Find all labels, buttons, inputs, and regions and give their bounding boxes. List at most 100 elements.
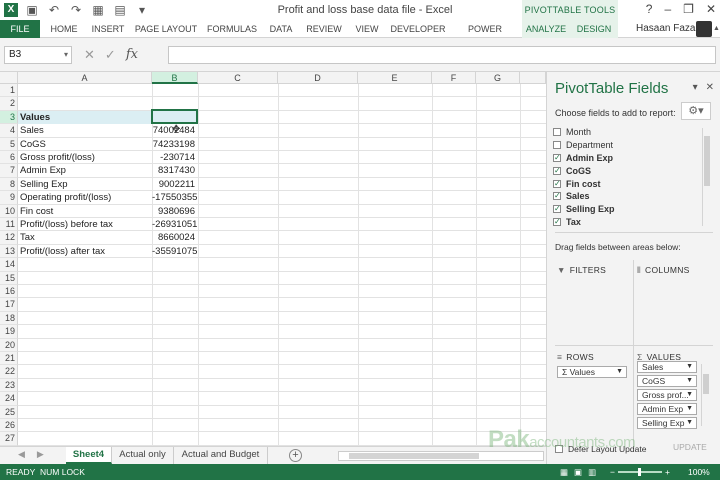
row-label-cell[interactable]: Operating profit/(loss) (20, 191, 152, 204)
column-header-h[interactable] (520, 72, 546, 84)
row-header[interactable]: 27 (0, 432, 18, 446)
row-label-cell[interactable]: Sales (20, 124, 152, 137)
column-header-g[interactable]: G (476, 72, 520, 84)
row-header[interactable]: 19 (0, 325, 18, 339)
pane-options-icon[interactable]: ▾ (693, 82, 698, 93)
sheet-tab-actual-only[interactable]: Actual only (112, 447, 174, 464)
row-header[interactable]: 4 (0, 124, 18, 138)
table-icon[interactable]: ▦ (90, 2, 106, 18)
add-sheet-button[interactable]: + (289, 449, 302, 462)
normal-view-icon[interactable]: ▦ (560, 464, 568, 480)
value-cell[interactable] (152, 352, 198, 365)
close-icon[interactable]: ✕ (706, 2, 716, 16)
tab-analyze[interactable]: ANALYZE (522, 20, 570, 38)
row-header[interactable]: 18 (0, 311, 18, 326)
tools-gear-button[interactable]: ⚙▾ (681, 102, 711, 120)
values-field-pill[interactable]: Gross prof... ▼ (637, 389, 697, 401)
row-label-cell[interactable]: CoGS (20, 138, 152, 151)
values-field-pill[interactable]: Selling Exp ▼ (637, 417, 697, 429)
value-cell[interactable]: -35591075 (152, 245, 198, 258)
worksheet-grid[interactable]: A B C D E F G 1 2 3 Values 4 Sales 74002484 5 Co… (0, 72, 546, 446)
chevron-down-icon[interactable]: ▾ (64, 47, 68, 63)
pane-close-icon[interactable]: ✕ (706, 82, 714, 93)
row-header[interactable]: 9 (0, 191, 18, 205)
value-cell[interactable]: 8317430 (152, 164, 198, 177)
column-header-f[interactable]: F (432, 72, 476, 84)
value-cell[interactable]: 74233198 (152, 138, 198, 151)
tab-review[interactable]: REVIEW (302, 20, 346, 38)
row-header[interactable]: 7 (0, 164, 18, 178)
select-all-corner[interactable] (0, 72, 18, 84)
values-field-pill[interactable]: Admin Exp ▼ (637, 403, 697, 415)
field-item[interactable]: ✓ Selling Exp (553, 203, 713, 216)
field-item[interactable]: Department (553, 139, 713, 152)
column-header-b[interactable]: B (152, 72, 198, 84)
redo-icon[interactable]: ↷ (68, 2, 84, 18)
page-layout-view-icon[interactable]: ▣ (574, 464, 582, 480)
row-header[interactable]: 16 (0, 285, 18, 299)
row-header[interactable]: 1 (0, 84, 18, 98)
chevron-down-icon[interactable]: ▼ (686, 418, 693, 428)
row-header[interactable]: 22 (0, 365, 18, 379)
tab-home[interactable]: HOME (44, 20, 84, 38)
column-header-e[interactable]: E (358, 72, 432, 84)
values-scrollbar[interactable] (701, 364, 709, 426)
confirm-entry-icon[interactable]: ✓ (105, 46, 116, 64)
row-label-cell[interactable] (20, 406, 152, 419)
field-list-scrollbar[interactable] (702, 128, 710, 226)
row-label-cell[interactable] (20, 365, 152, 378)
row-label-cell[interactable] (20, 325, 152, 338)
column-header-a[interactable]: A (18, 72, 152, 84)
value-cell[interactable] (152, 84, 198, 97)
row-label-cell[interactable] (20, 258, 152, 271)
update-button[interactable]: UPDATE (673, 442, 707, 452)
chevron-down-icon[interactable]: ▼ (686, 362, 693, 372)
row-header[interactable]: 13 (0, 244, 18, 259)
field-item[interactable]: ✓ Tax (553, 216, 713, 229)
restore-icon[interactable]: ❐ (683, 2, 694, 16)
value-cell[interactable]: 9380696 (152, 205, 198, 218)
field-checkbox[interactable] (553, 128, 561, 137)
field-checkbox[interactable]: ✓ (553, 217, 561, 226)
row-label-cell[interactable]: Admin Exp (20, 164, 152, 177)
field-item[interactable]: ✓ Sales (553, 190, 713, 203)
row-header[interactable]: 14 (0, 258, 18, 272)
row-label-cell[interactable] (20, 84, 152, 97)
zoom-in-icon[interactable]: + (665, 464, 670, 480)
row-label-cell[interactable]: Profit/(loss) after tax (20, 245, 152, 258)
sheet-tab-actual-and-budget[interactable]: Actual and Budget (174, 447, 268, 464)
values-field-pill[interactable]: Sales ▼ (637, 361, 697, 373)
tab-formulas[interactable]: FORMULAS (204, 20, 260, 38)
formula-input[interactable] (168, 46, 716, 64)
row-label-cell[interactable] (20, 392, 152, 405)
row-label-cell[interactable]: Gross profit/(loss) (20, 151, 152, 164)
row-label-cell[interactable]: Selling Exp (20, 178, 152, 191)
user-name[interactable]: Hasaan Fazal (636, 20, 698, 38)
field-checkbox[interactable]: ✓ (553, 205, 561, 214)
field-item[interactable]: Month (553, 126, 713, 139)
pivot-header-cell[interactable]: Values (18, 110, 152, 124)
tab-design[interactable]: DESIGN (570, 20, 618, 38)
row-header[interactable]: 21 (0, 352, 18, 366)
pivot-icon[interactable]: ▤ (112, 2, 128, 18)
active-cell-selection[interactable] (151, 109, 198, 124)
value-cell[interactable] (152, 419, 198, 432)
tab-power-query[interactable]: POWER QUERY (452, 20, 518, 52)
scrollbar-thumb[interactable] (349, 453, 479, 459)
row-header[interactable]: 3 (0, 110, 18, 125)
avatar[interactable] (696, 21, 712, 37)
row-label-cell[interactable] (20, 312, 152, 325)
column-header-c[interactable]: C (198, 72, 278, 84)
page-break-view-icon[interactable]: ▥ (588, 464, 596, 480)
row-header[interactable]: 24 (0, 392, 18, 406)
zoom-slider[interactable]: − + (610, 464, 670, 480)
value-cell[interactable]: -17550355 (152, 191, 198, 204)
field-item[interactable]: ✓ Admin Exp (553, 152, 713, 165)
minimize-icon[interactable]: – (664, 2, 671, 16)
tab-data[interactable]: DATA (264, 20, 298, 38)
scrollbar-thumb[interactable] (704, 136, 710, 186)
tab-insert[interactable]: INSERT (88, 20, 128, 38)
row-label-cell[interactable] (20, 379, 152, 392)
row-header[interactable]: 12 (0, 231, 18, 245)
rows-field-values[interactable]: Σ Values ▼ (557, 366, 627, 378)
